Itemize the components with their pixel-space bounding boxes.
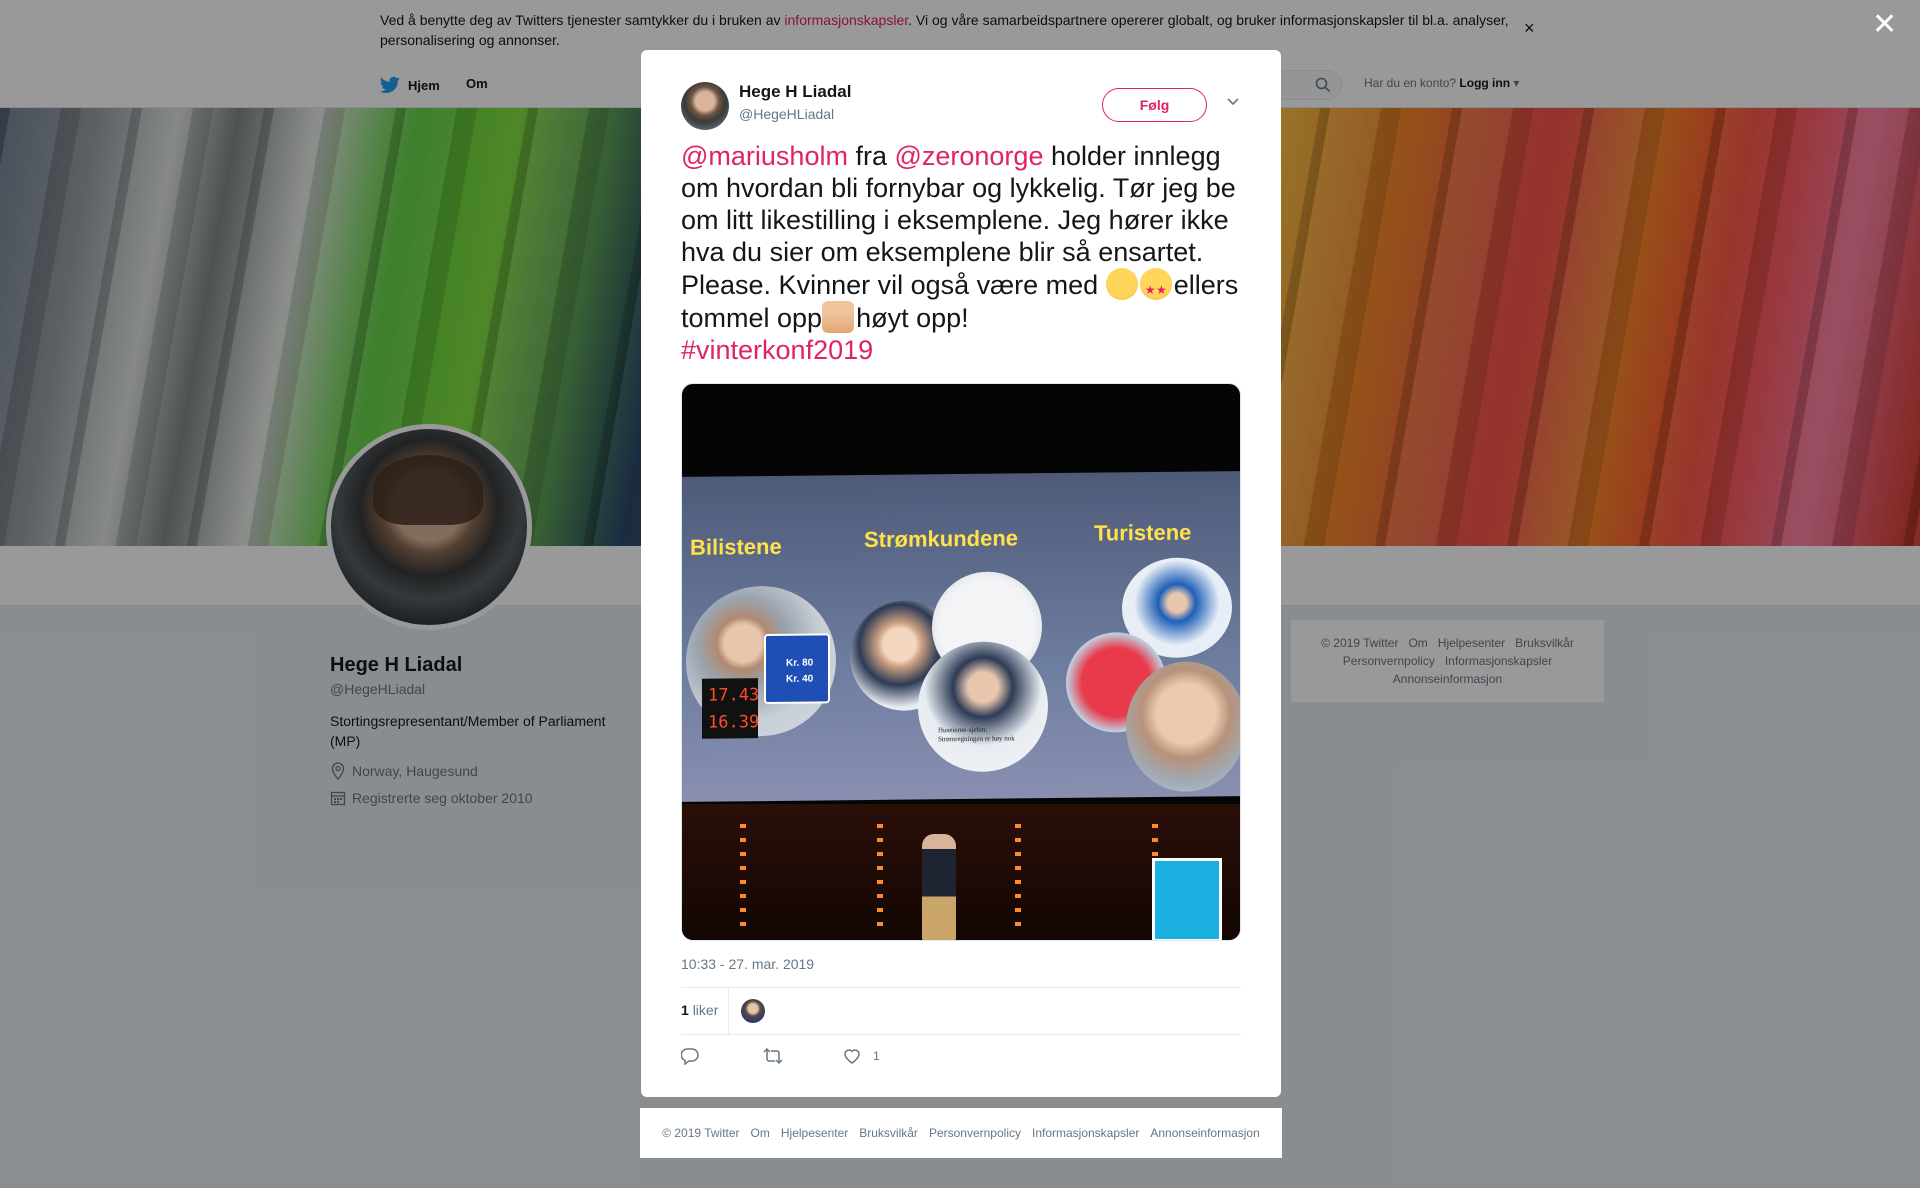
- follow-button[interactable]: Følg: [1102, 88, 1207, 122]
- thumbs-up-icon: [822, 301, 855, 333]
- tweet-text: @mariusholm fra @zeronorge holder innleg…: [681, 140, 1251, 366]
- hashtag-link[interactable]: #vinterkonf2019: [681, 335, 873, 365]
- star-struck-face-icon: [1139, 268, 1172, 306]
- tweet-author-avatar[interactable]: [681, 82, 729, 130]
- footer-link-privacy[interactable]: Personvernpolicy: [929, 1126, 1021, 1140]
- liker-avatar[interactable]: [741, 999, 765, 1023]
- pump-price: 17.43: [708, 685, 760, 706]
- retweet-button[interactable]: [763, 1047, 783, 1065]
- podium: [1152, 858, 1222, 940]
- chevron-down-icon[interactable]: [1226, 94, 1240, 110]
- footer-link-terms[interactable]: Bruksvilkår: [859, 1126, 918, 1140]
- modal-footer: © 2019 Twitter Om Hjelpesenter Bruksvilk…: [640, 1108, 1282, 1158]
- sign-price: Kr. 80: [786, 657, 814, 669]
- photo-bubble: [1126, 661, 1240, 793]
- tweet-author-handle[interactable]: @HegeHLiadal: [739, 106, 834, 122]
- mention-link[interactable]: @zeronorge: [894, 141, 1043, 171]
- reply-button[interactable]: [681, 1047, 699, 1065]
- news-caption: Huseierne-sjefen: Strømregningen er høy …: [938, 725, 1015, 744]
- like-count: 1: [681, 1002, 689, 1018]
- stage: [682, 804, 1240, 940]
- slide-label: Strømkundene: [864, 525, 1019, 553]
- tweet-stats: 1 liker: [681, 987, 1241, 1035]
- tweet-modal: Hege H Liadal @HegeHLiadal Følg @mariush…: [641, 50, 1281, 1097]
- tweet-text-part: fra: [847, 141, 895, 171]
- footer-copyright: © 2019 Twitter: [662, 1126, 740, 1140]
- heart-icon: [844, 1049, 860, 1064]
- like-label: liker: [692, 1002, 719, 1018]
- slide-label: Turistene: [1094, 519, 1192, 546]
- tweet-timestamp[interactable]: 10:33 - 27. mar. 2019: [681, 956, 814, 972]
- reply-icon: [681, 1048, 699, 1065]
- sign-price: Kr. 40: [786, 673, 814, 685]
- pump-price: 16.39: [708, 712, 760, 733]
- like-button[interactable]: 1: [843, 1047, 880, 1065]
- tweet-text-part: høyt opp!: [856, 303, 969, 333]
- footer-link-help[interactable]: Hjelpesenter: [781, 1126, 848, 1140]
- likes-stat[interactable]: 1 liker: [681, 1002, 718, 1018]
- speaker-figure: [922, 834, 956, 940]
- retweet-icon: [763, 1047, 783, 1065]
- photo-bubble: Huseierne-sjefen: Strømregningen er høy …: [918, 641, 1048, 773]
- tweet-photo[interactable]: Bilistene Strømkundene Turistene Kr. 80 …: [681, 383, 1241, 941]
- tweet-actions: 1: [681, 1047, 1241, 1077]
- footer-link-cookies[interactable]: Informasjonskapsler: [1032, 1126, 1139, 1140]
- footer-link-about[interactable]: Om: [751, 1126, 770, 1140]
- mention-link[interactable]: @mariusholm: [681, 141, 848, 171]
- like-action-count: 1: [873, 1049, 880, 1063]
- footer-link-ads-info[interactable]: Annonseinformasjon: [1150, 1126, 1259, 1140]
- slide-label: Bilistene: [690, 533, 782, 560]
- worried-face-icon: [1105, 268, 1138, 300]
- presentation-slide: Bilistene Strømkundene Turistene Kr. 80 …: [682, 471, 1240, 802]
- close-icon[interactable]: ✕: [1872, 10, 1897, 40]
- photo-bubble: Kr. 80 Kr. 40 17.43 16.39: [686, 585, 836, 739]
- tweet-author-name[interactable]: Hege H Liadal: [739, 82, 851, 102]
